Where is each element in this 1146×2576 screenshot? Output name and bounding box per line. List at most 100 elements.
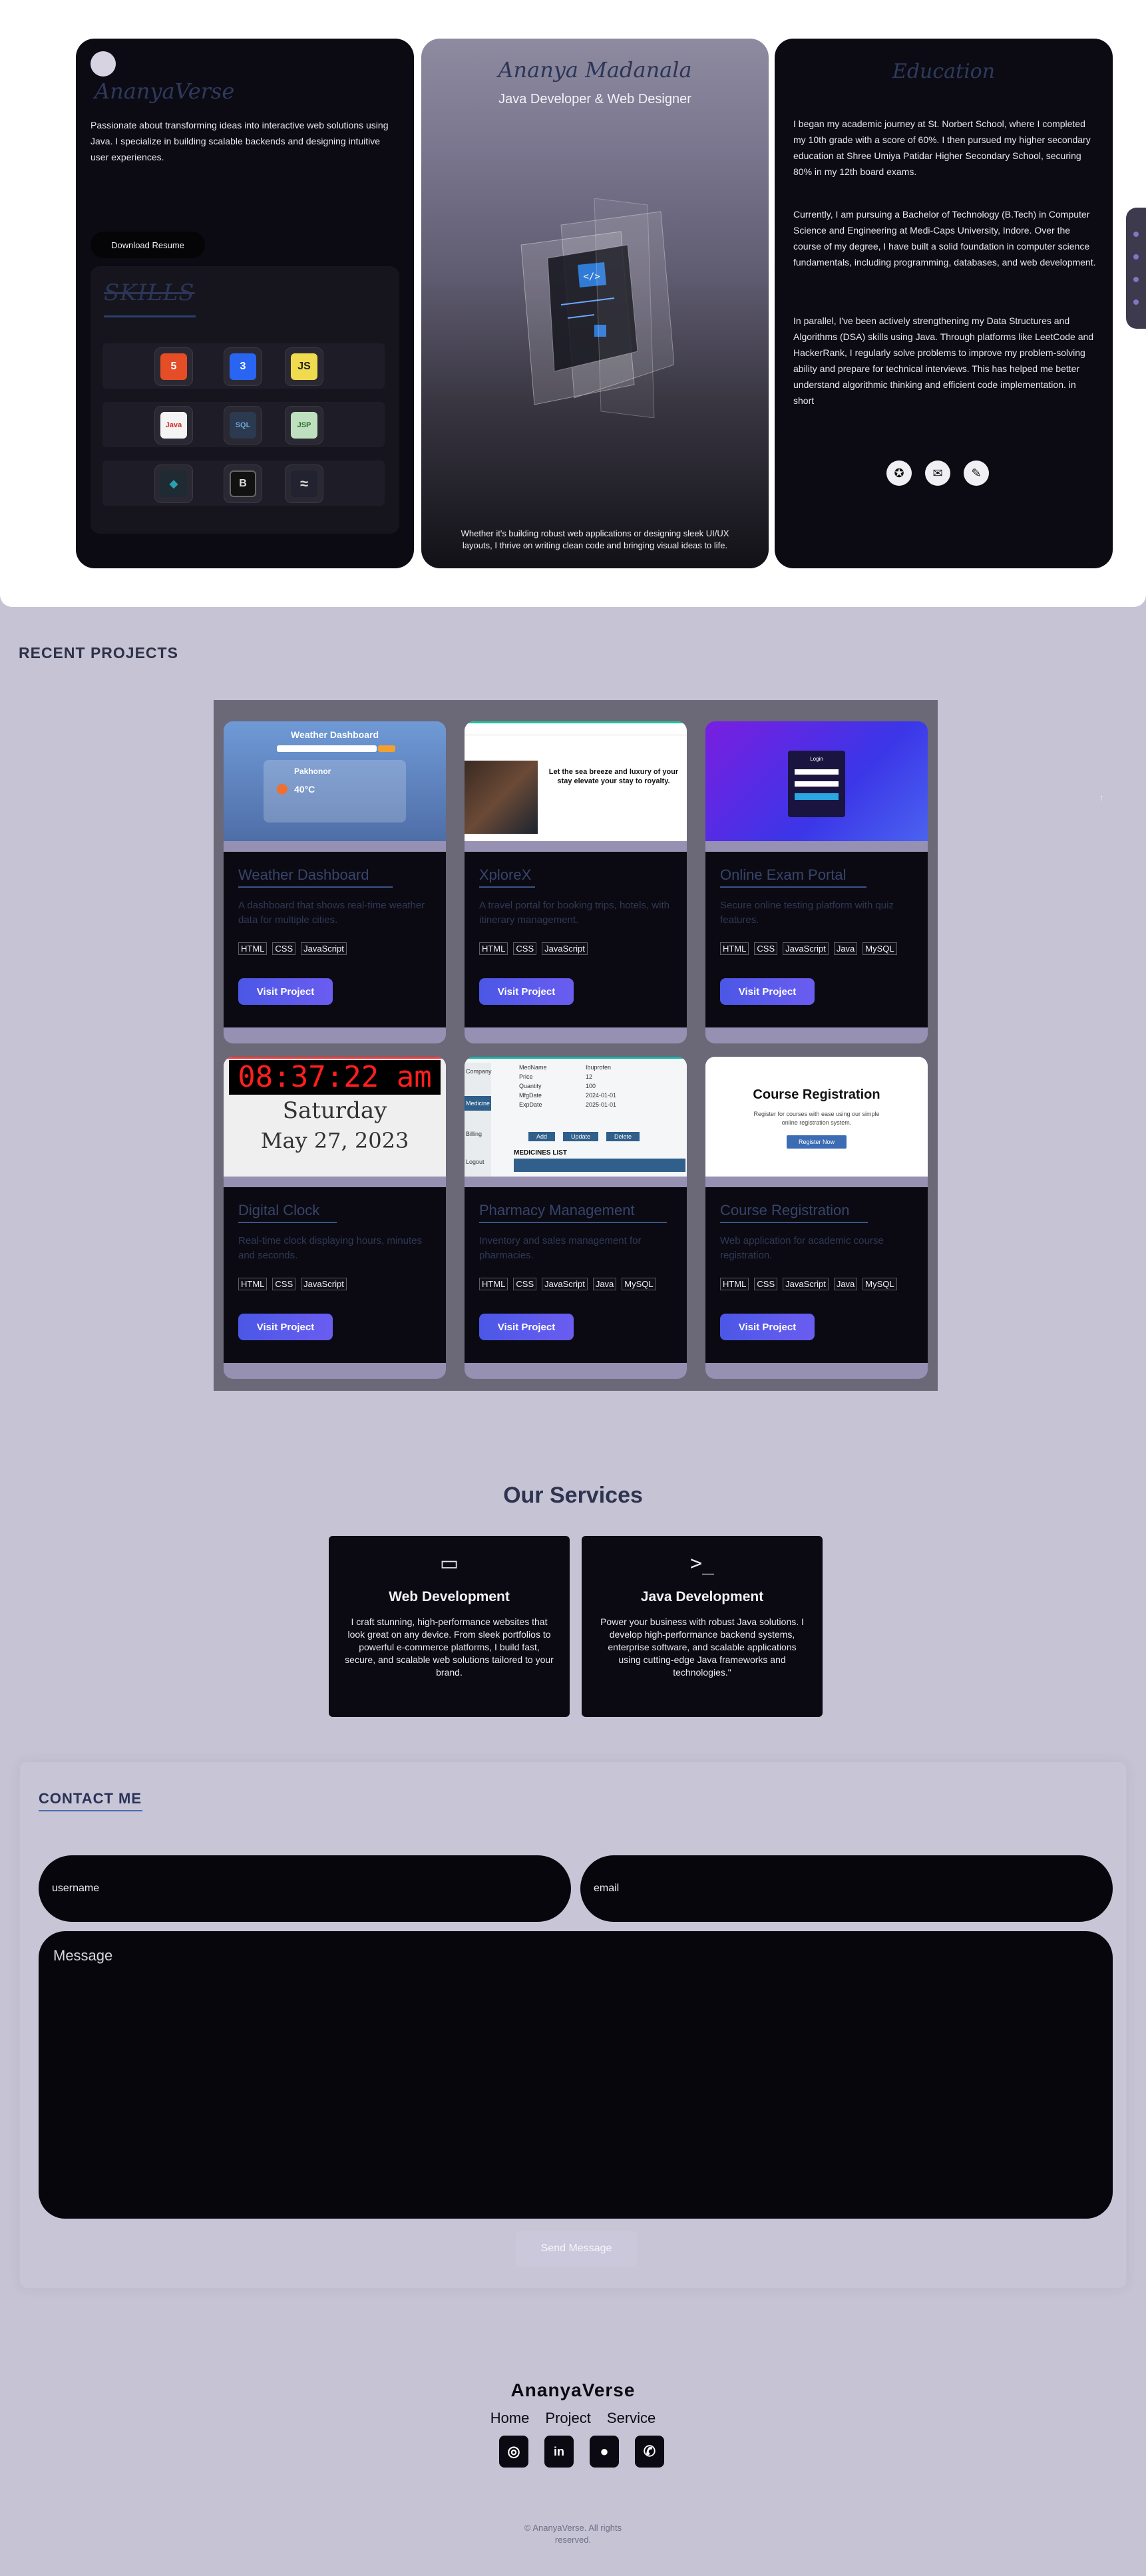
download-resume-button[interactable]: Download Resume: [91, 232, 205, 258]
screenshot-sidebar: Company Medicine Billing Logout: [465, 1063, 492, 1177]
screenshot-side-item: Billing: [466, 1131, 482, 1137]
screenshot-input: [795, 769, 839, 775]
tech-tag: JavaScript: [301, 942, 347, 955]
screenshot-clock-time: 08:37:22 am: [229, 1060, 441, 1095]
tech-tag: JavaScript: [783, 1278, 829, 1290]
projects-section-title: RECENT PROJECTS: [19, 644, 178, 661]
visit-project-button[interactable]: Visit Project: [720, 978, 815, 1005]
screenshot-side-item: Company: [466, 1068, 492, 1075]
skill-tile[interactable]: ◆: [154, 464, 193, 503]
brand-logo[interactable]: AnanyaVerse: [95, 79, 234, 104]
skill-tile[interactable]: B: [224, 464, 262, 503]
linkedin-icon[interactable]: in: [544, 2436, 574, 2468]
email-field[interactable]: [580, 1855, 1113, 1922]
title-underline: [720, 1222, 868, 1223]
side-nav-dot[interactable]: [1133, 254, 1139, 260]
visit-project-button[interactable]: Visit Project: [238, 1314, 333, 1340]
footer-link-service[interactable]: Service: [607, 2410, 656, 2427]
instagram-icon[interactable]: ◎: [499, 2436, 528, 2468]
tech-tags: HTML CSS JavaScript: [238, 942, 347, 955]
service-title: Web Development: [389, 1589, 510, 1604]
skill-tile[interactable]: JSP: [285, 406, 323, 445]
profile-name: Ananya Madanala: [498, 57, 692, 83]
tech-tag: Java: [592, 1278, 617, 1290]
education-title: Education: [892, 60, 996, 83]
username-field[interactable]: [39, 1855, 571, 1922]
project-card: Weather Dashboard Pakhonor 40°C Weather …: [224, 721, 446, 1043]
tech-tag: CSS: [513, 942, 537, 955]
tech-tag: HTML: [720, 942, 749, 955]
contact-section: CONTACT ME Send Message: [20, 1762, 1126, 2288]
skill-tile[interactable]: Java: [154, 406, 193, 445]
screenshot-button: [378, 745, 395, 752]
screenshot-clock-date: May 27, 2023: [260, 1128, 409, 1153]
footer-socials: ◎ in ● ✆: [499, 2436, 664, 2468]
tech-tag: JavaScript: [542, 942, 588, 955]
visit-project-button[interactable]: Visit Project: [479, 978, 574, 1005]
side-nav-dot[interactable]: [1133, 277, 1139, 282]
contact-title: CONTACT ME: [39, 1790, 142, 1807]
profile-role: Java Developer & Web Designer: [498, 92, 691, 106]
project-card: Login Online Exam Portal Secure online t…: [705, 721, 928, 1043]
screenshot-form-labels: MedName Price Quantity MfgDate ExpDate: [519, 1064, 547, 1108]
skill-row: Java SQL JSP: [102, 402, 385, 447]
css3-icon: 3: [230, 353, 256, 380]
send-message-button[interactable]: Send Message: [516, 2231, 637, 2267]
service-title: Java Development: [640, 1589, 764, 1604]
skill-tile[interactable]: 5: [154, 347, 193, 386]
screenshot-button: [795, 793, 839, 800]
award-icon[interactable]: ✪: [886, 460, 912, 486]
screenshot-photo: [465, 761, 538, 834]
tech-tag: Java: [833, 942, 858, 955]
side-nav-dot[interactable]: [1133, 232, 1139, 237]
tech-tag: HTML: [479, 1278, 508, 1290]
tech-tag: CSS: [272, 942, 296, 955]
sun-icon: [277, 784, 287, 795]
project-title: Weather Dashboard: [238, 866, 369, 883]
contact-title-underline: [39, 1810, 142, 1811]
tech-tag: CSS: [754, 1278, 778, 1290]
footer-nav: Home Project Service: [0, 2410, 1146, 2427]
tech-tag: CSS: [513, 1278, 537, 1290]
java-icon: Java: [160, 412, 187, 439]
footer-link-project[interactable]: Project: [545, 2410, 590, 2427]
laptop-code-icon: ▭: [439, 1553, 459, 1574]
side-nav-dot[interactable]: [1133, 299, 1139, 305]
tech-tags: HTML CSS JavaScript Java MySQL: [479, 1278, 656, 1290]
skill-tile[interactable]: ≈: [285, 464, 323, 503]
title-underline: [720, 886, 866, 888]
footer-brand: AnanyaVerse: [510, 2380, 636, 2400]
tech-tag: JavaScript: [301, 1278, 347, 1290]
visit-project-button[interactable]: Visit Project: [238, 978, 333, 1005]
visit-project-button[interactable]: Visit Project: [479, 1314, 574, 1340]
project-screenshot: Company Medicine Billing Logout MedName P…: [465, 1057, 687, 1177]
skill-tile[interactable]: JS: [285, 347, 323, 386]
screenshot-navbar: [465, 723, 687, 735]
service-description: I craft stunning, high-performance websi…: [345, 1616, 554, 1678]
service-card: >_ Java Development Power your business …: [582, 1536, 823, 1717]
github-icon[interactable]: ●: [590, 2436, 619, 2468]
message-field[interactable]: [39, 1931, 1113, 2219]
skill-row: 5 3 JS: [102, 343, 385, 389]
education-paragraph: Currently, I am pursuing a Bachelor of T…: [793, 209, 1096, 268]
side-nav-widget[interactable]: [1126, 208, 1146, 329]
code-icon[interactable]: ✎: [964, 460, 989, 486]
skill-tile[interactable]: 3: [224, 347, 262, 386]
tech-tags: HTML CSS JavaScript: [238, 1278, 347, 1290]
project-card-body: Pharmacy Management Inventory and sales …: [465, 1187, 687, 1363]
chat-icon[interactable]: ✉: [925, 460, 950, 486]
tech-tag: CSS: [754, 942, 778, 955]
skill-tile[interactable]: SQL: [224, 406, 262, 445]
screenshot-button: Register Now: [787, 1135, 847, 1149]
tech-tag: Java: [833, 1278, 858, 1290]
project-screenshot: Course Registration Register for courses…: [705, 1057, 928, 1177]
screenshot-clock-day: Saturday: [282, 1097, 387, 1124]
footer-link-home[interactable]: Home: [490, 2410, 530, 2427]
visit-project-button[interactable]: Visit Project: [720, 1314, 815, 1340]
phone-icon[interactable]: ✆: [635, 2436, 664, 2468]
screenshot-login-box: Login: [788, 751, 845, 817]
tech-tags: HTML CSS JavaScript Java MySQL: [720, 942, 897, 955]
project-card: 08:37:22 am Saturday May 27, 2023 Digita…: [224, 1057, 446, 1379]
scroll-up-icon[interactable]: ↑: [1099, 792, 1109, 803]
screenshot-side-item: Medicine: [465, 1096, 491, 1111]
